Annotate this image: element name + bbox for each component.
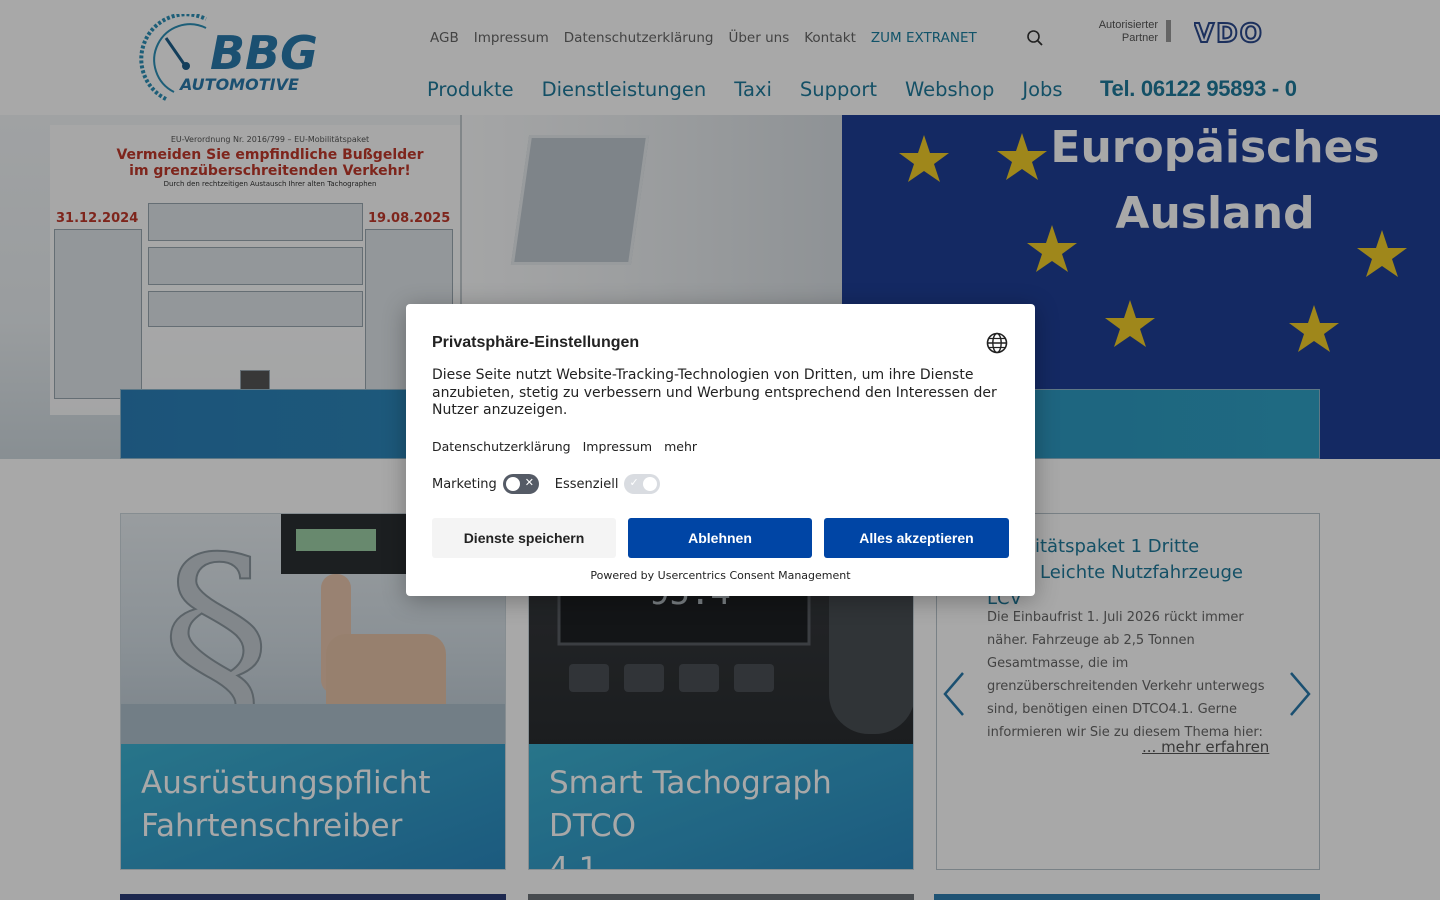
consent-link-impressum[interactable]: Impressum — [583, 439, 652, 454]
toggle-marketing-label: Marketing — [432, 476, 497, 492]
toggle-essential-label: Essenziell — [554, 476, 619, 492]
consent-links: Datenschutzerklärung Impressum mehr — [432, 439, 709, 454]
consent-dialog: Privatsphäre-Einstellungen Diese Seite n… — [406, 304, 1035, 596]
toggle-knob — [505, 477, 520, 491]
accept-all-button[interactable]: Alles akzeptieren — [824, 518, 1009, 558]
consent-link-mehr[interactable]: mehr — [664, 439, 697, 454]
consent-link-datenschutz[interactable]: Datenschutzerklärung — [432, 439, 571, 454]
save-services-button[interactable]: Dienste speichern — [432, 518, 616, 558]
powered-by-link[interactable]: Powered by Usercentrics Consent Manageme… — [406, 569, 1035, 582]
consent-toggles: Marketing ✕ Essenziell ✓ — [432, 474, 676, 494]
toggle-essential: ✓ — [624, 474, 661, 494]
check-icon: ✓ — [629, 476, 639, 489]
deny-button[interactable]: Ablehnen — [628, 518, 812, 558]
toggle-knob — [643, 477, 658, 491]
consent-text: Diese Seite nutzt Website-Tracking-Techn… — [432, 367, 997, 419]
toggle-marketing[interactable]: ✕ — [502, 474, 539, 494]
consent-title: Privatsphäre-Einstellungen — [432, 334, 640, 351]
globe-icon[interactable] — [986, 332, 1008, 354]
close-icon: ✕ — [524, 476, 535, 489]
